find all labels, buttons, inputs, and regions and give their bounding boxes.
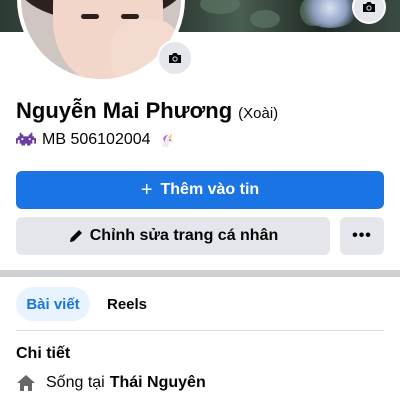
tab-reels-label: Reels (106, 295, 148, 313)
add-to-story-button[interactable]: + Thêm vào tin (16, 171, 384, 209)
cover-foliage (250, 10, 280, 28)
space-invader-icon (16, 130, 36, 150)
add-to-story-label: Thêm vào tin (160, 181, 260, 198)
lives-in-row: Sống tại Thái Nguyên (16, 374, 206, 392)
lives-in-prefix: Sống tại (46, 374, 105, 391)
profile-name-row: Nguyễn Mai Phương (Xoài) (16, 98, 278, 124)
details-heading: Chi tiết (16, 345, 71, 362)
more-icon: ••• (352, 227, 372, 244)
camera-icon (169, 53, 181, 63)
unicorn-icon (157, 130, 177, 150)
plus-icon: + (140, 179, 153, 201)
pencil-icon (69, 230, 82, 242)
edit-profile-label: Chỉnh sửa trang cá nhân (89, 227, 279, 244)
profile-nickname: (Xoài) (238, 105, 279, 122)
profile-avatar[interactable] (17, 0, 185, 83)
section-divider (0, 270, 400, 277)
profile-bio: MB 506102004 (16, 130, 177, 150)
tab-reels[interactable]: Reels (96, 287, 158, 321)
bio-text: MB 506102004 (42, 131, 151, 148)
tab-posts-label: Bài viết (26, 295, 80, 313)
edit-profile-button[interactable]: Chỉnh sửa trang cá nhân (16, 217, 330, 255)
avatar-photo (21, 0, 181, 79)
home-icon (17, 375, 35, 391)
lives-in-value[interactable]: Thái Nguyên (110, 374, 206, 392)
cover-foliage (200, 0, 240, 14)
camera-icon (363, 2, 375, 12)
more-options-button[interactable]: ••• (340, 217, 384, 255)
tabs-divider (16, 330, 384, 331)
tab-posts[interactable]: Bài viết (16, 287, 90, 321)
profile-name: Nguyễn Mai Phương (16, 98, 233, 123)
edit-avatar-button[interactable] (157, 40, 193, 76)
